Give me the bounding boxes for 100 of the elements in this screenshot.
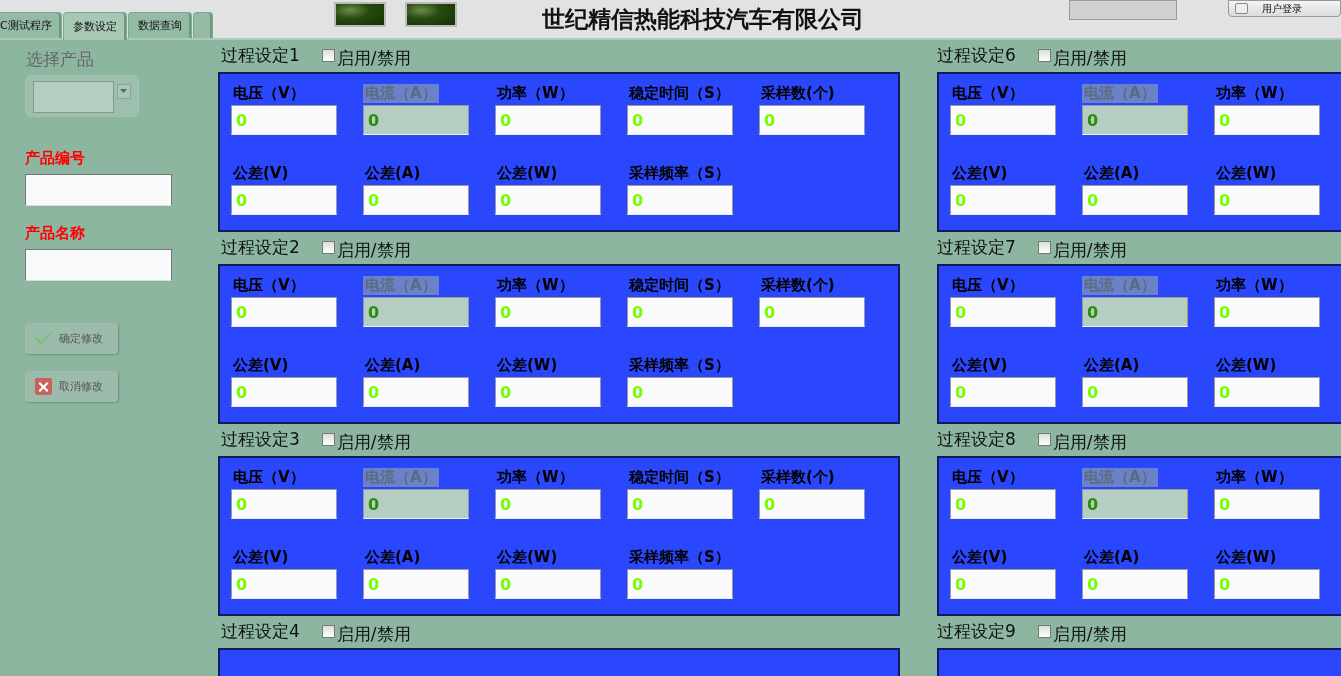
- tab[interactable]: C测试程序: [0, 12, 62, 38]
- value-field[interactable]: 0: [495, 377, 601, 407]
- field-label: 电压（V）: [951, 468, 1025, 487]
- field-label: 电流（A）: [363, 468, 439, 487]
- field-label: 采样数(个): [760, 84, 836, 103]
- value-field[interactable]: 0: [759, 489, 865, 519]
- tab[interactable]: 参数设定: [62, 12, 127, 40]
- enable-label: 启用/禁用: [336, 239, 411, 262]
- value-field[interactable]: 0: [1214, 185, 1320, 215]
- value-field[interactable]: 0: [495, 569, 601, 599]
- value-field[interactable]: 0: [950, 569, 1056, 599]
- value-field[interactable]: 0: [759, 105, 865, 135]
- enable-checkbox[interactable]: [321, 241, 335, 254]
- field-label: 公差(V): [950, 164, 1009, 183]
- value-field[interactable]: 0: [1082, 569, 1188, 599]
- value-field[interactable]: 0: [950, 377, 1056, 407]
- group-title: 过程设定3: [221, 428, 300, 451]
- field-label: 公差(V): [231, 164, 290, 183]
- value-field[interactable]: 0: [231, 569, 337, 599]
- field-label: 公差(V): [231, 356, 290, 375]
- enable-checkbox[interactable]: [1037, 49, 1051, 62]
- value-field[interactable]: 0: [1214, 569, 1320, 599]
- group-title: 过程设定4: [221, 620, 300, 643]
- field-label: 公差(A): [1082, 164, 1141, 183]
- field-label: 公差(W): [495, 164, 559, 183]
- value-field[interactable]: 0: [1082, 377, 1188, 407]
- value-field[interactable]: 0: [950, 185, 1056, 215]
- checkbox-icon: [1235, 3, 1248, 14]
- value-field[interactable]: 0: [231, 185, 337, 215]
- value-field[interactable]: 0: [1214, 377, 1320, 407]
- value-field[interactable]: 0: [627, 105, 733, 135]
- value-field[interactable]: 0: [363, 377, 469, 407]
- enable-checkbox[interactable]: [1037, 241, 1051, 254]
- field-label: 公差(A): [363, 164, 422, 183]
- field-label: 电流（A）: [1082, 276, 1158, 295]
- value-field[interactable]: 0: [231, 377, 337, 407]
- field-label: 电流（A）: [363, 276, 439, 295]
- value-field[interactable]: 0: [1214, 489, 1320, 519]
- field-label: 公差(W): [495, 548, 559, 567]
- field-label: 公差(W): [495, 356, 559, 375]
- value-field[interactable]: 0: [627, 569, 733, 599]
- product-name-field[interactable]: [25, 249, 172, 281]
- value-field[interactable]: 0: [1214, 105, 1320, 135]
- value-field[interactable]: 0: [495, 297, 601, 327]
- value-field[interactable]: 0: [363, 185, 469, 215]
- enable-checkbox[interactable]: [1037, 433, 1051, 446]
- group-title: 过程设定1: [221, 44, 300, 67]
- enable-checkbox[interactable]: [1037, 625, 1051, 638]
- value-field[interactable]: 0: [627, 377, 733, 407]
- value-field[interactable]: 0: [495, 489, 601, 519]
- group-title: 过程设定7: [937, 236, 1016, 259]
- field-label: 公差(A): [1082, 548, 1141, 567]
- enable-label: 启用/禁用: [336, 431, 411, 454]
- value-field[interactable]: 0: [495, 105, 601, 135]
- product-code-field[interactable]: [25, 174, 172, 206]
- group-title: 过程设定9: [937, 620, 1016, 643]
- field-label: 公差(V): [950, 548, 1009, 567]
- value-field[interactable]: 0: [627, 185, 733, 215]
- tab[interactable]: 数据查询: [127, 12, 192, 38]
- value-field[interactable]: 0: [1214, 297, 1320, 327]
- product-code-label: 产品编号: [25, 149, 86, 168]
- value-field[interactable]: 0: [627, 489, 733, 519]
- value-field[interactable]: 0: [759, 297, 865, 327]
- value-field[interactable]: 0: [1082, 185, 1188, 215]
- field-label: 稳定时间（S）: [627, 276, 731, 295]
- enable-checkbox[interactable]: [321, 625, 335, 638]
- field-label: 功率（W）: [1215, 84, 1294, 103]
- company-title: 世纪精信热能科技汽车有限公司: [542, 5, 864, 34]
- tab[interactable]: [192, 12, 213, 38]
- field-label: 功率（W）: [1215, 468, 1294, 487]
- field-label: 采样数(个): [760, 276, 836, 295]
- enable-label: 启用/禁用: [1052, 623, 1127, 646]
- field-label: 公差(A): [363, 548, 422, 567]
- value-field[interactable]: 0: [363, 569, 469, 599]
- field-label: 电流（A）: [1082, 84, 1158, 103]
- check-icon: [34, 330, 53, 347]
- value-field[interactable]: 0: [950, 105, 1056, 135]
- value-field[interactable]: 0: [950, 489, 1056, 519]
- field-label: 公差(V): [231, 548, 290, 567]
- field-label: 采样频率（S）: [628, 548, 731, 567]
- select-product-label: 选择产品: [26, 48, 95, 71]
- value-field[interactable]: 0: [495, 185, 601, 215]
- enable-checkbox[interactable]: [321, 49, 335, 62]
- value-field[interactable]: 0: [231, 105, 337, 135]
- field-label: 公差(V): [950, 356, 1009, 375]
- value-field[interactable]: 0: [627, 297, 733, 327]
- value-field[interactable]: 0: [231, 297, 337, 327]
- group-title: 过程设定2: [221, 236, 300, 259]
- field-label: 稳定时间（S）: [627, 468, 731, 487]
- field-label: 公差(W): [1214, 356, 1278, 375]
- field-label: 公差(W): [1214, 164, 1278, 183]
- field-label: 电流（A）: [363, 84, 439, 103]
- login-button[interactable]: 用户登录: [1228, 0, 1341, 17]
- value-field[interactable]: 0: [950, 297, 1056, 327]
- enable-checkbox[interactable]: [321, 433, 335, 446]
- close-icon: [34, 378, 53, 395]
- enable-label: 启用/禁用: [336, 623, 411, 646]
- field-label: 公差(A): [363, 356, 422, 375]
- enable-label: 启用/禁用: [1052, 239, 1127, 262]
- value-field[interactable]: 0: [231, 489, 337, 519]
